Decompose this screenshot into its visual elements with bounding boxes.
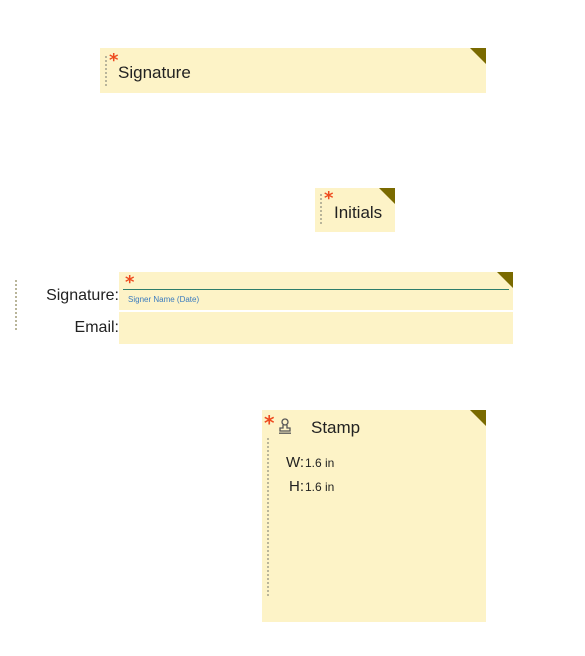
required-marker: *: [125, 272, 135, 293]
signature-line: [123, 289, 509, 290]
signature-block-value-column[interactable]: * Signer Name (Date): [119, 272, 513, 344]
drag-handle[interactable]: [267, 438, 269, 596]
signature-field-label: Signature: [118, 63, 191, 82]
field-corner-marker: [379, 188, 395, 204]
stamp-height-value: 1.6 in: [305, 480, 335, 494]
signature-field[interactable]: * Signature: [100, 48, 486, 93]
stamp-width-label: W:: [285, 454, 304, 471]
stamp-field[interactable]: * Stamp W: 1.6 in H: 1.6 in: [262, 410, 486, 622]
signature-block-labels: Signature: Email:: [15, 272, 119, 344]
field-corner-marker: [470, 410, 486, 426]
signer-name-placeholder: Signer Name (Date): [128, 295, 200, 304]
stamp-height-label: H:: [289, 478, 304, 495]
drag-handle[interactable]: [105, 56, 107, 86]
required-marker: *: [324, 188, 334, 209]
email-label: Email:: [74, 319, 119, 336]
required-marker: *: [264, 411, 275, 435]
field-corner-marker: [470, 48, 486, 64]
required-marker: *: [109, 50, 119, 71]
initials-field[interactable]: * Initials: [315, 188, 395, 232]
initials-field-label: Initials: [334, 203, 383, 222]
signature-block-field[interactable]: Signature: Email: * Signer Name (Date): [10, 272, 513, 344]
stamp-title: Stamp: [311, 418, 361, 437]
field-corner-marker: [497, 272, 513, 288]
row-divider: [119, 310, 513, 312]
drag-handle[interactable]: [320, 194, 322, 224]
stamp-icon: [279, 418, 291, 434]
stamp-width-value: 1.6 in: [305, 456, 335, 470]
signature-label: Signature:: [46, 287, 119, 304]
